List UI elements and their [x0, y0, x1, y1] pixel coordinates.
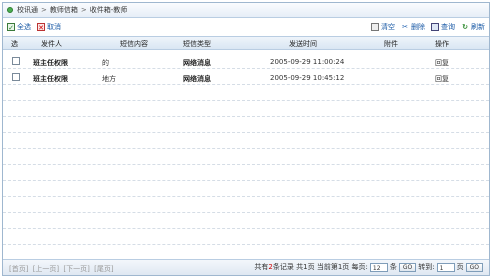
- empty-row: [3, 198, 489, 213]
- total-prefix: 共有: [254, 263, 269, 271]
- last-page-link[interactable]: [尾页]: [94, 265, 113, 273]
- row-send-time: 2005-09-29 11:00:24: [270, 58, 345, 66]
- current-prefix: 当前第: [316, 263, 338, 271]
- per-page-input[interactable]: 12: [369, 262, 388, 272]
- empty-row: [3, 166, 489, 181]
- select-all-button[interactable]: ✓ 全选: [7, 22, 31, 32]
- first-page-link[interactable]: [首页]: [9, 265, 28, 273]
- column-header-type: 短信类型: [183, 40, 211, 48]
- trash-icon: [371, 23, 379, 31]
- cancel-label: 取消: [47, 23, 61, 31]
- current-suffix: 页: [342, 263, 350, 271]
- row-sender: 班主任权限: [33, 75, 68, 83]
- per-page-go-button[interactable]: GO: [398, 262, 417, 272]
- delete-icon: ✂: [402, 23, 408, 31]
- refresh-button[interactable]: ↻ 刷新: [461, 22, 485, 32]
- row-checkbox[interactable]: [12, 57, 20, 65]
- column-header-action: 操作: [435, 40, 449, 48]
- pages-prefix: 共: [296, 263, 304, 271]
- row-type: 网络消息: [183, 75, 211, 83]
- column-header-attachment: 附件: [384, 40, 398, 48]
- row-checkbox[interactable]: [12, 73, 20, 81]
- empty-row: [3, 150, 489, 165]
- pager-links: [首页] [上一页] [下一页] [尾页]: [9, 264, 116, 274]
- delete-button[interactable]: ✂ 删除: [401, 22, 425, 32]
- cancel-selection-button[interactable]: ✕ 取消: [37, 22, 61, 32]
- pages-suffix: 页: [307, 263, 315, 271]
- query-button[interactable]: 查询: [431, 22, 455, 32]
- clear-label: 清空: [381, 23, 395, 31]
- row-type: 网络消息: [183, 59, 211, 67]
- refresh-label: 刷新: [471, 23, 485, 31]
- per-page-label: 每页:: [351, 263, 368, 271]
- column-header-select: 选: [11, 40, 18, 48]
- table-row[interactable]: 班主任权限 的 网络消息 2005-09-29 11:00:24 回复: [3, 54, 489, 69]
- prev-page-link[interactable]: [上一页]: [33, 265, 59, 273]
- empty-row: [3, 182, 489, 197]
- reply-link[interactable]: 回复: [435, 58, 449, 68]
- breadcrumb: 校讯通 > 教师信箱 > 收件箱-教师: [3, 3, 489, 18]
- breadcrumb-item-mailbox[interactable]: 教师信箱: [50, 5, 78, 15]
- breadcrumb-dot-icon: [7, 7, 13, 13]
- select-all-label: 全选: [17, 23, 31, 31]
- breadcrumb-item-home[interactable]: 校讯通: [17, 5, 38, 15]
- next-page-link[interactable]: [下一页]: [63, 265, 89, 273]
- goto-page-input[interactable]: 1: [436, 262, 455, 272]
- column-header-sender: 发件人: [41, 40, 62, 48]
- goto-label: 转到:: [418, 263, 435, 271]
- checkmark-icon: ✓: [7, 23, 15, 32]
- empty-row: [3, 134, 489, 149]
- breadcrumb-separator: >: [80, 6, 87, 14]
- empty-row: [3, 102, 489, 117]
- goto-unit: 页: [456, 263, 464, 271]
- empty-row: [3, 230, 489, 245]
- per-page-unit: 条: [389, 263, 397, 271]
- column-header-send-time: 发送时间: [289, 40, 317, 48]
- row-content[interactable]: 的: [102, 58, 109, 68]
- inbox-panel: 校讯通 > 教师信箱 > 收件箱-教师 ✓ 全选 ✕ 取消 清空 ✂ 删除 查询…: [2, 2, 490, 276]
- row-content[interactable]: 地方: [102, 74, 116, 84]
- goto-go-button[interactable]: GO: [465, 262, 483, 272]
- table-header: 选 发件人 短信内容 短信类型 发送时间 附件 操作: [3, 36, 489, 50]
- reply-link[interactable]: 回复: [435, 74, 449, 84]
- cross-icon: ✕: [37, 23, 45, 32]
- toolbar: ✓ 全选 ✕ 取消 清空 ✂ 删除 查询 ↻ 刷新: [3, 20, 489, 34]
- empty-row: [3, 214, 489, 229]
- pagination-bar: [首页] [上一页] [下一页] [尾页] 共有 2 条记录 共1页 当前第 1 页 每…: [3, 259, 489, 275]
- pager-info: 共有 2 条记录 共1页 当前第 1 页 每页: 12 条 GO 转到: 1 页 GO: [254, 262, 485, 272]
- row-sender: 班主任权限: [33, 59, 68, 67]
- empty-row: [3, 86, 489, 101]
- clear-button[interactable]: 清空: [371, 22, 395, 32]
- delete-label: 删除: [411, 23, 425, 31]
- empty-row: [3, 118, 489, 133]
- row-send-time: 2005-09-29 10:45:12: [270, 74, 345, 82]
- table-row[interactable]: 班主任权限 地方 网络消息 2005-09-29 10:45:12 回复: [3, 70, 489, 85]
- query-label: 查询: [441, 23, 455, 31]
- column-header-content: 短信内容: [120, 40, 148, 48]
- breadcrumb-item-inbox: 收件箱-教师: [89, 6, 128, 14]
- search-icon: [431, 23, 439, 31]
- breadcrumb-separator: >: [41, 6, 47, 14]
- total-suffix: 条记录: [272, 263, 294, 271]
- refresh-icon: ↻: [462, 23, 468, 31]
